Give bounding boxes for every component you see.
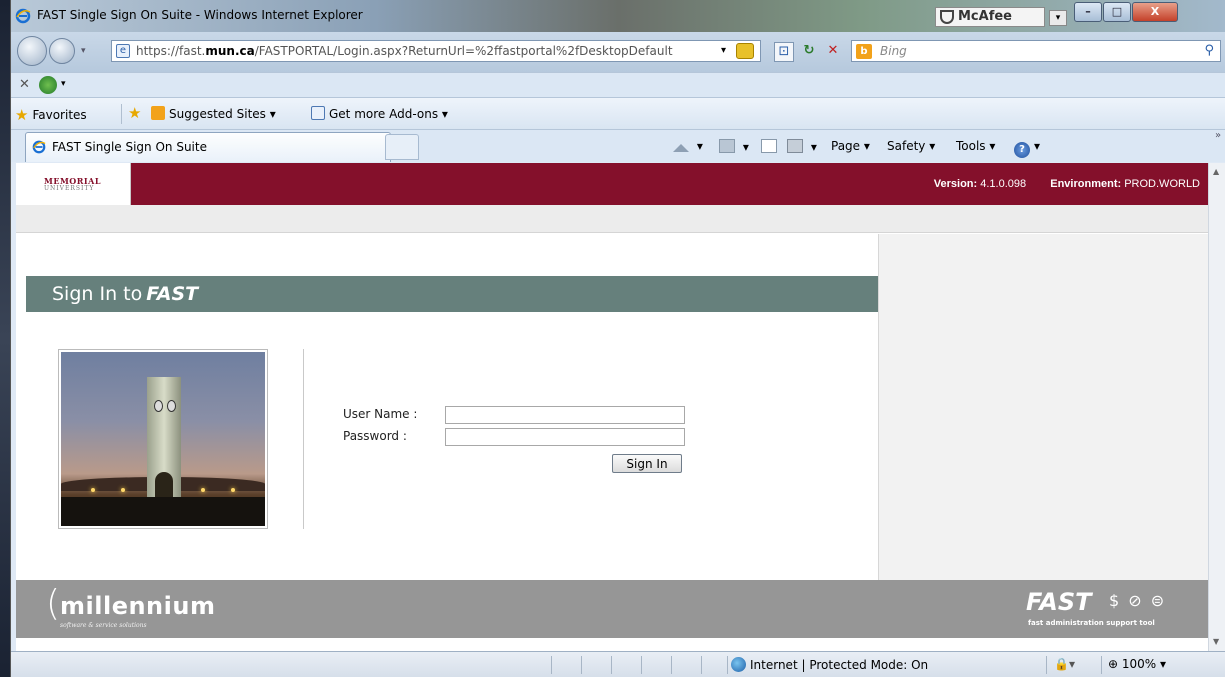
ie-window: FAST Single Sign On Suite - Windows Inte… [10,0,1225,677]
compatibility-view-button[interactable]: ⊡ [774,42,794,62]
zoom-level[interactable]: ⊕ 100% ▾ [1108,657,1166,671]
mail-icon [761,139,777,153]
desktop-background [0,0,10,677]
sign-in-button[interactable]: Sign In [612,454,682,473]
favorites-bar: ★ Favorites ★ Suggested Sites ▾ Get more … [11,98,1225,130]
search-box[interactable]: b Bing ⚲ [851,40,1221,62]
favorites-separator [121,104,122,124]
millennium-logo: millennium [60,592,216,620]
maximize-button[interactable]: □ [1103,2,1131,22]
fast-logo-icons: $ ⊘ ⊜ [1109,591,1167,610]
status-bar: Internet | Protected Mode: On 🔒▾ ⊕ 100% … [11,651,1225,677]
print-icon [787,139,803,153]
search-icon[interactable]: ⚲ [1204,43,1214,58]
close-toolbar-icon[interactable]: ✕ [19,77,30,92]
add-to-favorites-icon[interactable]: ★ [128,104,141,122]
tab-fast-sso[interactable]: FAST Single Sign On Suite [25,132,391,162]
username-input[interactable] [445,406,685,424]
page-icon: e [116,44,130,58]
username-label: User Name : [343,407,418,421]
favorites-star-icon: ★ [15,106,29,124]
environment-value: PROD.WORLD [1124,178,1200,190]
mcafee-toolbar[interactable]: McAfee [935,7,1045,27]
ie-tab-icon [32,140,46,154]
fast-logo: FAST [1026,588,1092,616]
refresh-icon[interactable]: ↻ [799,42,819,62]
vertical-divider [303,349,304,529]
back-button[interactable] [17,36,47,66]
bing-icon: b [856,44,872,59]
millennium-tagline: software & service solutions [60,622,147,629]
feeds-icon [719,139,735,153]
security-zone-status[interactable]: Internet | Protected Mode: On [731,657,928,672]
favorites-button[interactable]: ★ Favorites [15,106,87,124]
ie-logo-icon [15,8,31,24]
signin-heading-bar: Sign In to FAST [26,276,878,312]
scroll-down-icon[interactable]: ▼ [1213,637,1219,646]
addons-icon [311,106,325,120]
scroll-up-icon[interactable]: ▲ [1213,167,1219,176]
forward-button[interactable] [49,38,75,64]
read-mail-button[interactable] [761,139,781,154]
suggested-sites-icon [151,106,165,120]
mcafee-label: McAfee [958,9,1012,24]
lock-icon[interactable] [736,43,754,59]
sub-header-bar [16,205,1208,233]
clock-tower-photo [58,349,268,529]
home-button[interactable]: ▾ [673,139,703,153]
window-title: FAST Single Sign On Suite - Windows Inte… [37,8,363,22]
print-button[interactable]: ▾ [787,139,817,154]
version-info: Version: 4.1.0.098 Environment: PROD.WOR… [934,178,1200,190]
minimize-button[interactable]: – [1074,2,1102,22]
password-input[interactable] [445,428,685,446]
home-icon [673,144,689,152]
site-banner: MEMORIAL UNIVERSITY Version: 4.1.0.098 E… [16,163,1208,205]
page-content: MEMORIAL UNIVERSITY Version: 4.1.0.098 E… [16,163,1208,651]
memorial-university-logo[interactable]: MEMORIAL UNIVERSITY [16,163,131,205]
environment-label: Environment: [1050,178,1122,190]
toolbar-strip: ✕ ▾ [11,72,1225,98]
version-value: 4.1.0.098 [980,178,1027,190]
search-placeholder: Bing [880,44,907,58]
address-bar[interactable]: e https://fast.mun.ca/FASTPORTAL/Login.a… [111,40,761,62]
title-bar: FAST Single Sign On Suite - Windows Inte… [11,0,1225,32]
help-menu[interactable]: ? ▾ [1014,139,1040,158]
close-window-button[interactable]: X [1132,2,1178,22]
stop-icon[interactable]: ✕ [823,42,843,62]
toolbar-addon-icon[interactable] [39,76,57,94]
version-label: Version: [933,178,978,190]
tab-label: FAST Single Sign On Suite [52,140,207,154]
tab-bar: FAST Single Sign On Suite ▾ ▾ ▾ Page ▾ S… [11,130,1225,162]
navigation-bar: ▾ e https://fast.mun.ca/FASTPORTAL/Login… [11,32,1225,72]
safety-menu[interactable]: Safety ▾ [887,139,935,153]
fast-tagline: fast administration support tool [1028,619,1155,627]
toolbar-addon-dropdown-icon[interactable]: ▾ [61,79,66,89]
new-tab-button[interactable] [385,134,419,160]
mcafee-dropdown[interactable]: ▾ [1049,10,1067,26]
address-dropdown-icon[interactable]: ▾ [721,45,726,56]
mcafee-shield-icon [940,10,954,24]
password-label: Password : [343,429,407,443]
security-status-icon[interactable]: 🔒▾ [1054,657,1075,671]
signin-heading: Sign In to FAST [52,283,199,305]
suggested-sites-link[interactable]: Suggested Sites ▾ [151,106,276,121]
more-commands-chevron[interactable]: » [1215,130,1221,141]
page-footer: ( millennium software & service solution… [16,580,1208,638]
millennium-swoosh-icon: ( [46,583,61,624]
page-menu[interactable]: Page ▾ [831,139,870,153]
right-side-panel [878,234,1208,580]
recent-pages-dropdown-icon[interactable]: ▾ [81,46,86,56]
vertical-scrollbar[interactable]: ▲ ▼ [1208,163,1225,651]
feeds-button[interactable]: ▾ [719,139,749,154]
logo-text-university: UNIVERSITY [44,185,95,192]
address-url[interactable]: https://fast.mun.ca/FASTPORTAL/Login.asp… [136,44,673,58]
tools-menu[interactable]: Tools ▾ [956,139,995,153]
get-addons-link[interactable]: Get more Add-ons ▾ [311,106,448,121]
help-icon: ? [1014,142,1030,158]
internet-globe-icon [731,657,746,672]
